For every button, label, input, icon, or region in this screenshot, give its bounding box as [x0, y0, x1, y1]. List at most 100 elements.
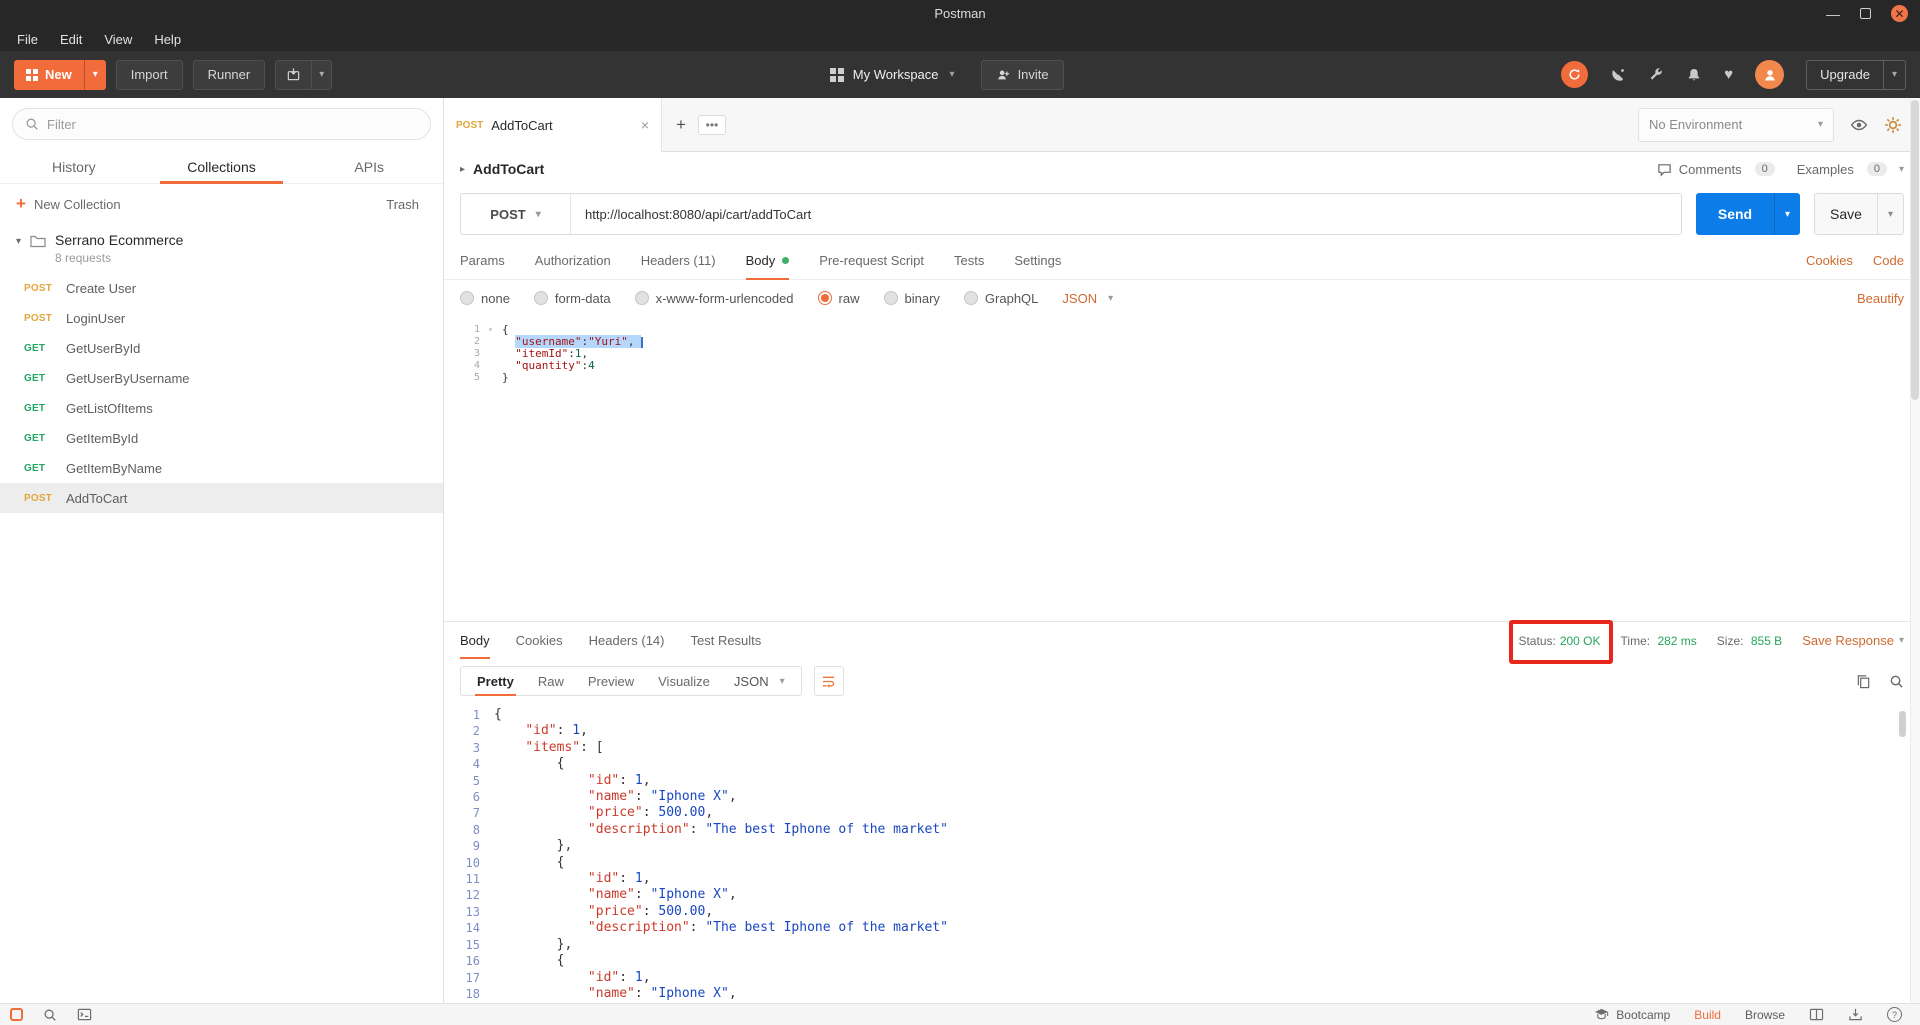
bootcamp-button[interactable]: Bootcamp [1594, 1008, 1670, 1022]
examples-button[interactable]: Examples 0 ▾ [1797, 162, 1904, 177]
menu-edit[interactable]: Edit [49, 30, 93, 49]
copy-icon[interactable] [1856, 674, 1871, 689]
request-tab-tests[interactable]: Tests [954, 242, 984, 279]
open-request-tab[interactable]: POST AddToCart × [444, 98, 662, 152]
body-mode-binary[interactable]: binary [883, 291, 940, 306]
menu-view[interactable]: View [93, 30, 143, 49]
minimize-icon[interactable]: — [1826, 7, 1840, 21]
response-tab-cookies[interactable]: Cookies [516, 622, 563, 659]
save-button[interactable]: Save ▾ [1814, 193, 1904, 235]
settings-wrench-icon[interactable] [1648, 67, 1664, 83]
postman-status-icon[interactable] [10, 1008, 23, 1021]
comments-button[interactable]: Comments 0 [1657, 162, 1775, 177]
invite-button[interactable]: Invite [980, 59, 1064, 90]
request-tab-params[interactable]: Params [460, 242, 505, 279]
environment-selector[interactable]: No Environment ▾ [1638, 107, 1834, 142]
save-response-button[interactable]: Save Response ▾ [1802, 633, 1904, 648]
console-icon[interactable] [77, 1007, 92, 1022]
menu-file[interactable]: File [6, 30, 49, 49]
build-button[interactable]: Build [1694, 1008, 1721, 1022]
response-body-editor[interactable]: 1{2 "id": 1, 3 "items": [4 {5 "id": 1, 6 "… [444, 703, 1920, 1003]
sidebar-request-getitembyid[interactable]: GET GetItemById [0, 423, 443, 453]
collection-expand-caret-icon[interactable]: ▾ [16, 236, 21, 247]
cookies-link[interactable]: Cookies [1806, 253, 1853, 268]
upgrade-button[interactable]: Upgrade ▾ [1806, 59, 1906, 90]
tray-icon[interactable] [1848, 1007, 1863, 1022]
notifications-bell-icon[interactable] [1686, 67, 1702, 83]
body-format-dropdown[interactable]: JSON ▾ [1062, 291, 1113, 306]
sidebar-tab-history[interactable]: History [0, 150, 148, 183]
close-icon[interactable]: ✕ [1891, 5, 1908, 22]
trash-button[interactable]: Trash [386, 197, 419, 212]
request-tab-settings[interactable]: Settings [1014, 242, 1061, 279]
main-scrollbar[interactable] [1910, 98, 1920, 1003]
sidebar-tab-apis[interactable]: APIs [295, 150, 443, 183]
wrap-lines-button[interactable] [813, 666, 844, 696]
code-line: 9 }, [444, 838, 1920, 854]
view-tab-visualize[interactable]: Visualize [646, 667, 722, 695]
new-dropdown-caret[interactable]: ▾ [83, 59, 106, 90]
new-button[interactable]: New ▾ [14, 59, 106, 90]
main-scrollbar-thumb[interactable] [1911, 100, 1919, 400]
user-avatar[interactable] [1755, 60, 1785, 89]
body-mode-none[interactable]: none [460, 291, 510, 306]
body-mode-x-www-form-urlencoded[interactable]: x-www-form-urlencoded [634, 291, 794, 306]
beautify-link[interactable]: Beautify [1857, 291, 1904, 306]
tab-options-button[interactable]: ••• [697, 114, 726, 135]
sync-status-icon[interactable] [1561, 61, 1589, 88]
sidebar-request-create-user[interactable]: POST Create User [0, 273, 443, 303]
open-new-caret[interactable]: ▾ [311, 60, 331, 89]
request-tab-authorization[interactable]: Authorization [535, 242, 611, 279]
sidebar-request-getuserbyid[interactable]: GET GetUserById [0, 333, 443, 363]
request-body-editor[interactable]: 1 ▾{2 "username":"Yuri", 3 "itemId":1, 4 "… [444, 316, 1920, 621]
new-tab-button[interactable]: + [676, 115, 686, 135]
maximize-icon[interactable] [1860, 8, 1871, 19]
settings-gear-icon[interactable] [1884, 116, 1902, 134]
workspace-selector[interactable]: My Workspace ▾ [829, 67, 955, 82]
sidebar-tab-collections[interactable]: Collections [148, 150, 296, 184]
send-button[interactable]: Send ▾ [1696, 193, 1800, 235]
response-scrollbar-thumb[interactable] [1899, 711, 1906, 737]
capture-requests-icon[interactable] [1610, 67, 1626, 83]
body-mode-form-data[interactable]: form-data [533, 291, 611, 306]
browse-button[interactable]: Browse [1745, 1008, 1785, 1022]
upgrade-caret-icon[interactable]: ▾ [1883, 60, 1905, 89]
sidebar-request-addtocart[interactable]: POST AddToCart [0, 483, 443, 513]
sidebar-request-getuserbyusername[interactable]: GET GetUserByUsername [0, 363, 443, 393]
tab-close-icon[interactable]: × [641, 117, 649, 133]
collection-item[interactable]: ▾ Serrano Ecommerce 8 requests [0, 224, 443, 273]
two-pane-icon[interactable] [1809, 1008, 1824, 1021]
request-tab-pre-request-script[interactable]: Pre-request Script [819, 242, 924, 279]
response-tab-headers-14[interactable]: Headers (14) [589, 622, 665, 659]
heart-icon[interactable]: ♥ [1724, 66, 1733, 83]
new-collection-button[interactable]: New Collection [34, 197, 121, 212]
view-tab-preview[interactable]: Preview [576, 667, 646, 695]
runner-button[interactable]: Runner [192, 59, 266, 90]
sidebar-request-getlistofitems[interactable]: GET GetListOfItems [0, 393, 443, 423]
filter-input[interactable] [47, 116, 418, 132]
search-response-icon[interactable] [1889, 674, 1904, 689]
view-tab-pretty[interactable]: Pretty [465, 667, 526, 696]
open-new-button[interactable]: ▾ [275, 59, 333, 90]
body-mode-raw[interactable]: raw [817, 291, 860, 306]
import-button[interactable]: Import [115, 59, 183, 90]
find-icon[interactable] [43, 1008, 57, 1022]
response-tab-test-results[interactable]: Test Results [690, 622, 761, 659]
request-title-caret-icon[interactable]: ▸ [460, 164, 465, 175]
menu-help[interactable]: Help [143, 30, 192, 49]
environment-quick-look-eye-icon[interactable] [1850, 116, 1868, 134]
method-selector[interactable]: POST ▾ [461, 194, 571, 234]
response-format-dropdown[interactable]: JSON ▾ [722, 674, 797, 689]
response-tab-body[interactable]: Body [460, 622, 490, 659]
save-caret-icon[interactable]: ▾ [1877, 194, 1903, 234]
send-caret-icon[interactable]: ▾ [1774, 193, 1800, 235]
code-link[interactable]: Code [1873, 253, 1904, 268]
sidebar-request-loginuser[interactable]: POST LoginUser [0, 303, 443, 333]
help-icon[interactable]: ? [1887, 1007, 1902, 1022]
sidebar-request-getitembyname[interactable]: GET GetItemByName [0, 453, 443, 483]
request-tab-headers-11[interactable]: Headers (11) [641, 242, 716, 279]
body-mode-graphql[interactable]: GraphQL [963, 291, 1038, 306]
request-tab-body[interactable]: Body [745, 242, 790, 280]
url-input[interactable] [571, 194, 1681, 234]
view-tab-raw[interactable]: Raw [526, 667, 576, 695]
